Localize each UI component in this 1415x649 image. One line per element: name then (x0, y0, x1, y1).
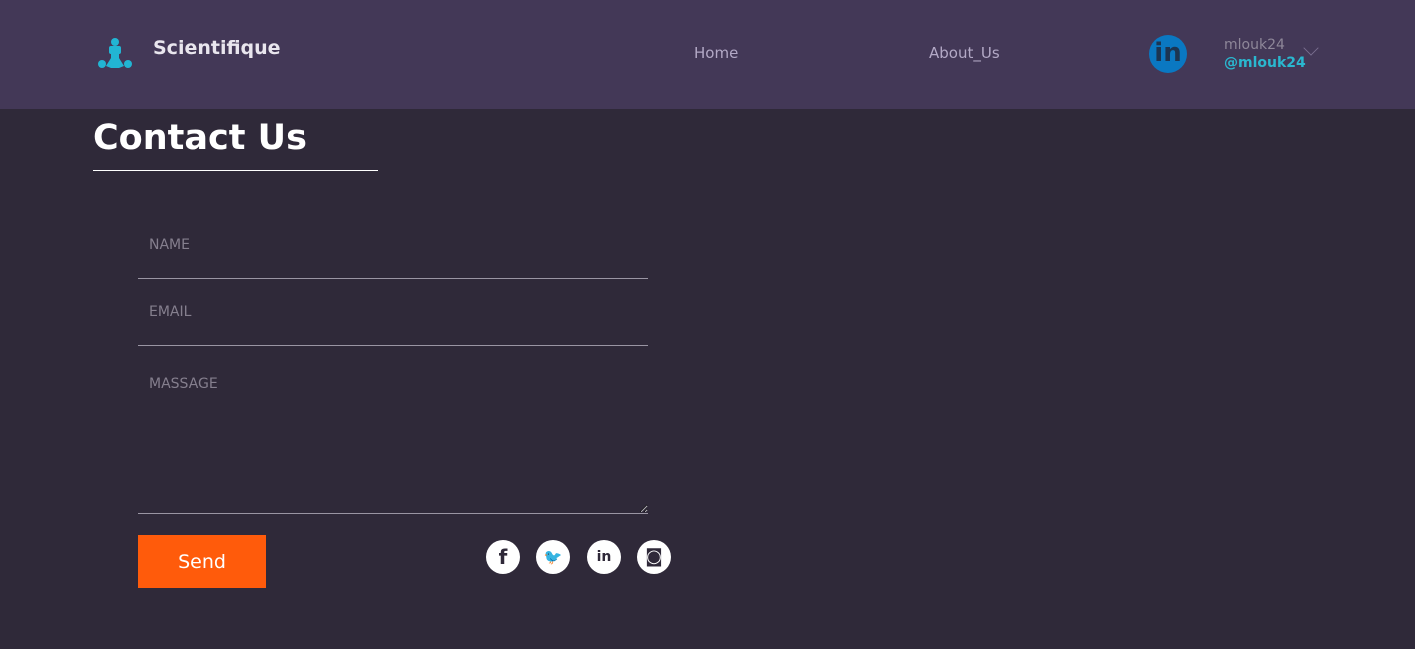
instagram-icon[interactable]: ◙ (637, 540, 671, 574)
message-textarea[interactable] (138, 366, 648, 514)
email-input[interactable] (138, 296, 648, 346)
nav-home[interactable]: Home (694, 44, 738, 62)
avatar[interactable]: in (1149, 35, 1187, 73)
name-input[interactable] (138, 230, 648, 279)
brand-name: Scientifique (153, 37, 281, 59)
send-button[interactable]: Send (138, 535, 266, 588)
linkedin-icon[interactable]: in (587, 540, 621, 574)
nav-about-us[interactable]: About_Us (929, 44, 1000, 62)
header: Scientifique Home About_Us in mlouk24 @m… (0, 0, 1415, 109)
user-name: mlouk24 (1224, 37, 1285, 53)
logo-icon (98, 38, 132, 68)
title-underline (93, 170, 378, 171)
user-handle: @mlouk24 (1224, 55, 1306, 71)
facebook-icon[interactable]: f (486, 540, 520, 574)
twitter-icon[interactable]: 🐦 (536, 540, 570, 574)
page-title: Contact Us (93, 118, 307, 158)
chevron-down-icon[interactable] (1303, 40, 1319, 56)
